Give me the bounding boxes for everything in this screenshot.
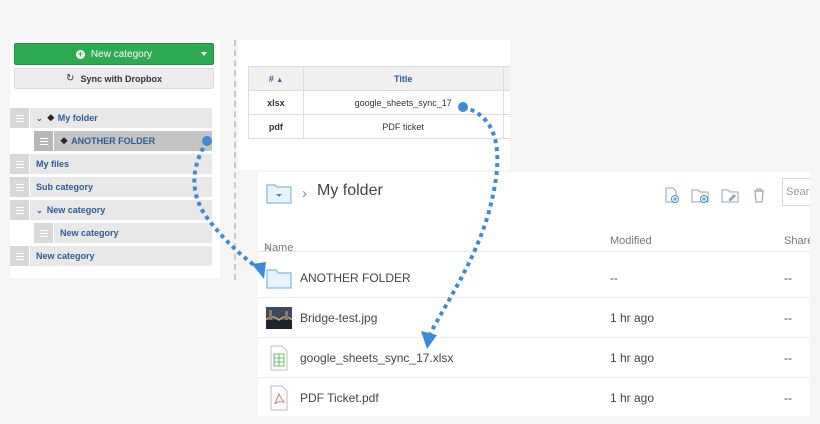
file-row[interactable]: PDF Ticket.pdf 1 hr ago -- <box>258 378 810 416</box>
column-header-modified[interactable]: Modified <box>610 235 652 247</box>
file-row[interactable]: google_sheets_sync_17.xlsx 1 hr ago -- <box>258 338 810 378</box>
table-cell-title: google_sheets_sync_17 <box>302 90 504 115</box>
dropbox-icon: ❖ <box>60 135 69 146</box>
drag-handle-icon[interactable] <box>10 246 30 266</box>
table-cell-id: pdf <box>248 114 304 139</box>
chevron-down-icon[interactable]: ⌄ <box>36 206 43 215</box>
file-modified: 1 hr ago <box>610 311 655 325</box>
category-label: New category <box>46 205 106 215</box>
file-table: # ▲ Title xlsx google_sheets_sync_17 pdf… <box>248 66 510 139</box>
category-label: My folder <box>57 113 98 123</box>
category-item-another-folder[interactable]: ❖ ANOTHER FOLDER <box>34 131 212 151</box>
table-row[interactable]: xlsx google_sheets_sync_17 <box>248 90 510 115</box>
table-cell-title: PDF ticket <box>302 114 504 139</box>
category-item-new-category[interactable]: ⌄ New category <box>10 200 212 220</box>
category-item-my-files[interactable]: My files <box>10 154 212 174</box>
new-category-button[interactable]: + New category <box>14 43 214 65</box>
file-shared: -- <box>784 271 792 285</box>
category-item-new-category-child[interactable]: New category <box>34 223 212 243</box>
file-name[interactable]: ANOTHER FOLDER <box>300 271 411 285</box>
category-label: ANOTHER FOLDER <box>71 136 156 146</box>
drag-handle-icon[interactable] <box>10 177 30 197</box>
new-category-label: New category <box>90 48 153 60</box>
edit-folder-icon[interactable] <box>721 186 739 204</box>
drag-handle-icon[interactable] <box>10 154 30 174</box>
category-item-new-category-2[interactable]: New category <box>10 246 212 266</box>
drag-handle-icon[interactable] <box>10 108 30 128</box>
category-panel: + New category ↻ Sync with Dropbox ⌄ ❖ M… <box>10 40 220 278</box>
file-shared: -- <box>784 351 792 365</box>
table-cell-id: xlsx <box>248 90 304 115</box>
category-item-sub-category[interactable]: Sub category <box>10 177 212 197</box>
chevron-down-icon[interactable]: ⌄ <box>36 114 43 123</box>
column-header-title[interactable]: Title <box>302 66 504 91</box>
table-header-row: # ▲ Title <box>248 66 510 91</box>
file-shared: -- <box>784 391 792 405</box>
file-row[interactable]: Bridge-test.jpg 1 hr ago -- <box>258 298 810 338</box>
sync-label: Sync with Dropbox <box>80 73 162 84</box>
dropdown-caret-icon[interactable] <box>201 52 207 56</box>
file-name[interactable]: PDF Ticket.pdf <box>300 391 379 405</box>
sort-asc-icon: ▲ <box>264 242 272 251</box>
file-modified: -- <box>610 271 618 285</box>
dropbox-icon: ❖ <box>46 112 55 123</box>
sync-dropbox-button[interactable]: ↻ Sync with Dropbox <box>14 68 214 89</box>
file-modified: 1 hr ago <box>610 351 655 365</box>
file-name[interactable]: Bridge-test.jpg <box>300 311 377 325</box>
new-folder-icon[interactable] <box>691 186 709 204</box>
category-label: New category <box>60 228 119 238</box>
column-header-id[interactable]: # ▲ <box>248 66 304 91</box>
trash-icon[interactable] <box>750 186 768 204</box>
file-name[interactable]: google_sheets_sync_17.xlsx <box>300 351 453 365</box>
drag-handle-icon[interactable] <box>34 223 54 243</box>
sort-asc-icon: ▲ <box>276 76 284 84</box>
file-table-panel: # ▲ Title xlsx google_sheets_sync_17 pdf… <box>238 40 510 170</box>
category-item-my-folder[interactable]: ⌄ ❖ My folder <box>10 108 212 128</box>
spreadsheet-icon <box>270 345 288 371</box>
table-row[interactable]: pdf PDF ticket <box>248 114 510 139</box>
file-shared: -- <box>784 311 792 325</box>
new-file-icon[interactable] <box>662 186 680 204</box>
breadcrumb-separator-icon: › <box>302 185 307 202</box>
dashed-divider <box>234 40 236 280</box>
file-row[interactable]: ANOTHER FOLDER -- -- <box>258 258 810 298</box>
pdf-icon <box>270 385 288 411</box>
file-manager-header: › My folder Sear <box>258 172 810 216</box>
refresh-icon: ↻ <box>66 73 75 84</box>
category-label: Sub category <box>36 182 94 192</box>
file-modified: 1 hr ago <box>610 391 655 405</box>
file-list-header: Name ▲ Modified Share <box>258 228 810 254</box>
drag-handle-icon[interactable] <box>10 200 30 220</box>
column-header-shared[interactable]: Share <box>784 235 810 247</box>
folder-icon[interactable] <box>266 182 292 204</box>
plus-icon: + <box>75 48 85 59</box>
image-thumbnail <box>266 307 292 329</box>
drag-handle-icon[interactable] <box>34 131 54 151</box>
breadcrumb-current[interactable]: My folder <box>317 182 383 200</box>
search-input[interactable]: Sear <box>782 178 810 206</box>
category-label: My files <box>36 159 70 169</box>
folder-icon <box>266 269 292 289</box>
category-label: New category <box>36 251 95 261</box>
file-manager-panel: › My folder Sear Name ▲ Modified Share A… <box>258 172 810 416</box>
